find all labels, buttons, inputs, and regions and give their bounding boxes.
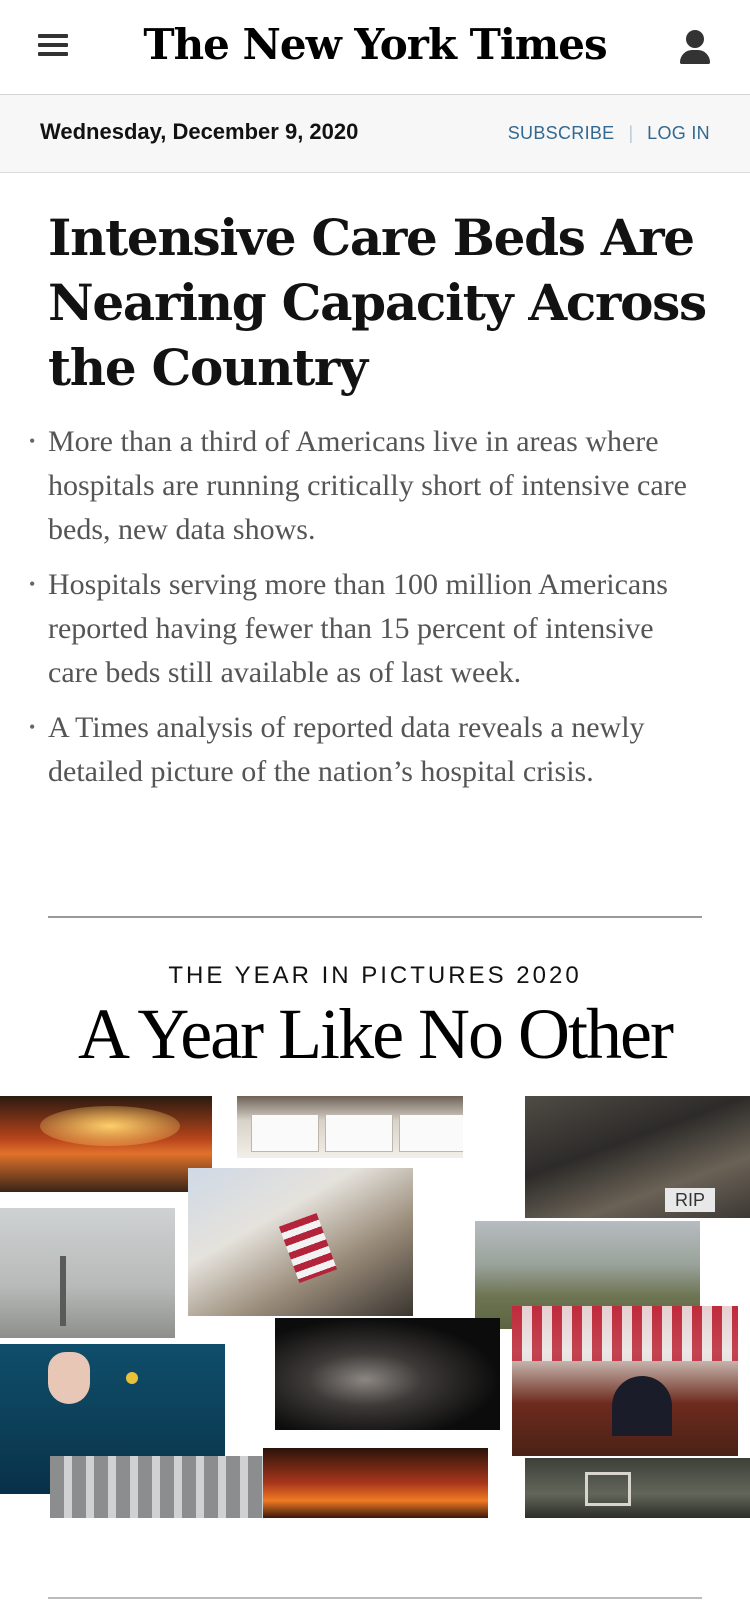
- current-date: Wednesday, December 9, 2020: [40, 119, 359, 144]
- story-headline[interactable]: Intensive Care Beds Are Nearing Capacity…: [48, 205, 708, 400]
- collage-photo-interior: [525, 1458, 750, 1518]
- collage-photo-wildfire: [0, 1096, 212, 1192]
- collage-photo-congress: [512, 1306, 738, 1456]
- section-divider: [48, 1597, 702, 1599]
- collage-photo-parked-cars: [50, 1456, 265, 1518]
- story-summary-list: More than a third of Americans live in a…: [29, 419, 708, 805]
- collage-photo-fire: [263, 1448, 488, 1518]
- year-in-pictures-collage[interactable]: RIP: [0, 1096, 750, 1518]
- collage-photo-boxes: [237, 1096, 463, 1158]
- summary-bullet: More than a third of Americans live in a…: [29, 419, 708, 552]
- collage-photo-flag-protest: [188, 1168, 413, 1316]
- masthead: The New York Times: [0, 0, 750, 95]
- feature-title[interactable]: A Year Like No Other: [0, 993, 750, 1076]
- subscribe-link[interactable]: SUBSCRIBE: [508, 123, 615, 143]
- collage-photo-dark-hallway: [275, 1318, 500, 1430]
- feature-kicker[interactable]: THE YEAR IN PICTURES 2020: [0, 962, 750, 990]
- auth-separator: |: [628, 123, 634, 143]
- login-link[interactable]: LOG IN: [647, 123, 710, 143]
- collage-photo-empty-square: [0, 1208, 175, 1338]
- auth-links: SUBSCRIBE | LOG IN: [508, 123, 710, 144]
- date-bar: Wednesday, December 9, 2020 SUBSCRIBE | LO…: [0, 95, 750, 173]
- nyt-logo[interactable]: The New York Times: [0, 20, 750, 69]
- summary-bullet: Hospitals serving more than 100 million …: [29, 562, 708, 695]
- summary-bullet: A Times analysis of reported data reveal…: [29, 705, 708, 794]
- user-account-icon[interactable]: [678, 30, 712, 66]
- collage-photo-protest-crowd: RIP: [525, 1096, 750, 1218]
- section-divider: [48, 916, 702, 918]
- collage-sign-text: RIP: [665, 1188, 715, 1212]
